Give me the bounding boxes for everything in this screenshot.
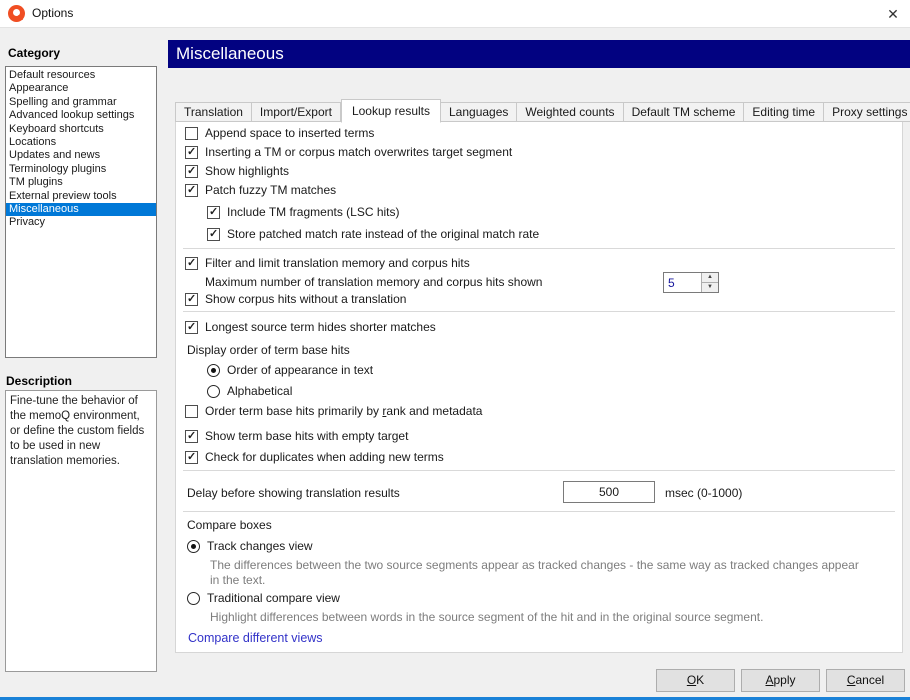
checkbox-icon [185,184,198,197]
delay-units-label: msec (0-1000) [665,486,742,500]
tab-import-export[interactable]: Import/Export [252,102,341,122]
track-changes-description: The differences between the two source s… [210,558,865,588]
radio-icon [207,385,220,398]
category-item-external-preview-tools[interactable]: External preview tools [6,190,156,203]
separator [183,511,895,512]
checkbox-label: Order term base hits primarily by rank a… [205,404,482,418]
category-item-updates-and-news[interactable]: Updates and news [6,149,156,162]
checkbox-icon [207,206,220,219]
checkbox-show-highlights[interactable]: Show highlights [185,164,289,178]
radio-label: Track changes view [207,539,313,553]
category-item-advanced-lookup-settings[interactable]: Advanced lookup settings [6,109,156,122]
page-title: Miscellaneous [168,40,910,68]
checkbox-label: Include TM fragments (LSC hits) [227,205,400,219]
checkbox-icon [185,165,198,178]
checkbox-store-patched-rate[interactable]: Store patched match rate instead of the … [207,227,539,241]
category-item-tm-plugins[interactable]: TM plugins [6,176,156,189]
category-item-privacy[interactable]: Privacy [6,216,156,229]
category-item-appearance[interactable]: Appearance [6,82,156,95]
tab-editing-time[interactable]: Editing time [744,102,824,122]
radio-icon [187,540,200,553]
compare-boxes-label: Compare boxes [187,518,272,532]
description-text: Fine-tune the behavior of the memoQ envi… [5,390,157,672]
tab-translation[interactable]: Translation [175,102,252,122]
max-hits-spinner: ▲ ▼ [663,272,719,293]
checkbox-label: Show corpus hits without a translation [205,292,406,306]
checkbox-append-space[interactable]: Append space to inserted terms [185,126,374,140]
checkbox-include-tm-fragments[interactable]: Include TM fragments (LSC hits) [207,205,400,219]
tab-weighted-counts[interactable]: Weighted counts [517,102,623,122]
description-heading: Description [6,374,72,388]
category-item-spelling-and-grammar[interactable]: Spelling and grammar [6,96,156,109]
checkbox-icon [207,228,220,241]
checkbox-label: Filter and limit translation memory and … [205,256,470,270]
title-bar [0,0,910,28]
display-order-label: Display order of term base hits [187,343,350,357]
ok-button[interactable]: OK [656,669,735,692]
checkbox-label: Inserting a TM or corpus match overwrite… [205,145,512,159]
checkbox-icon [185,451,198,464]
tab-default-tm-scheme[interactable]: Default TM scheme [624,102,745,122]
checkbox-label: Show highlights [205,164,289,178]
checkbox-label: Check for duplicates when adding new ter… [205,450,444,464]
separator [183,470,895,471]
radio-label: Alphabetical [227,384,292,398]
checkbox-icon [185,405,198,418]
radio-icon [207,364,220,377]
tab-languages[interactable]: Languages [441,102,517,122]
checkbox-icon [185,146,198,159]
checkbox-label: Show term base hits with empty target [205,429,408,443]
delay-label: Delay before showing translation results [187,486,400,500]
compare-views-link[interactable]: Compare different views [188,631,323,645]
separator [183,248,895,249]
traditional-description: Highlight differences between words in t… [210,610,870,625]
checkbox-check-duplicates[interactable]: Check for duplicates when adding new ter… [185,450,444,464]
category-item-locations[interactable]: Locations [6,136,156,149]
radio-alphabetical[interactable]: Alphabetical [207,384,292,398]
delay-input[interactable] [563,481,655,503]
max-hits-input[interactable] [664,273,701,292]
memoq-logo-icon [8,5,25,22]
checkbox-inserting-overwrites[interactable]: Inserting a TM or corpus match overwrite… [185,145,512,159]
close-icon[interactable]: ✕ [880,2,906,26]
checkbox-longest-source-term[interactable]: Longest source term hides shorter matche… [185,320,436,334]
category-item-terminology-plugins[interactable]: Terminology plugins [6,163,156,176]
category-item-miscellaneous[interactable]: Miscellaneous [6,203,156,216]
checkbox-show-corpus-hits[interactable]: Show corpus hits without a translation [185,292,406,306]
radio-track-changes-view[interactable]: Track changes view [187,539,313,553]
category-heading: Category [8,46,60,60]
radio-icon [187,592,200,605]
checkbox-icon [185,430,198,443]
radio-order-of-appearance[interactable]: Order of appearance in text [207,363,373,377]
checkbox-icon [185,127,198,140]
checkbox-label: Append space to inserted terms [205,126,374,140]
window-title: Options [32,6,73,20]
checkbox-patch-fuzzy[interactable]: Patch fuzzy TM matches [185,183,336,197]
radio-traditional-compare-view[interactable]: Traditional compare view [187,591,340,605]
tab-strip: Translation Import/Export Lookup results… [175,99,910,122]
checkbox-icon [185,293,198,306]
category-item-keyboard-shortcuts[interactable]: Keyboard shortcuts [6,123,156,136]
checkbox-icon [185,257,198,270]
checkbox-order-by-rank[interactable]: Order term base hits primarily by rank a… [185,404,482,418]
checkbox-label: Patch fuzzy TM matches [205,183,336,197]
checkbox-show-empty-target[interactable]: Show term base hits with empty target [185,429,408,443]
tab-proxy-settings[interactable]: Proxy settings [824,102,910,122]
separator [183,311,895,312]
spinner-down-icon[interactable]: ▼ [702,282,718,292]
max-hits-label: Maximum number of translation memory and… [205,275,542,289]
cancel-button[interactable]: Cancel [826,669,905,692]
spinner-up-icon[interactable]: ▲ [702,273,718,282]
checkbox-label: Store patched match rate instead of the … [227,227,539,241]
checkbox-filter-limit-hits[interactable]: Filter and limit translation memory and … [185,256,470,270]
category-item-default-resources[interactable]: Default resources [6,69,156,82]
radio-label: Order of appearance in text [227,363,373,377]
checkbox-label: Longest source term hides shorter matche… [205,320,436,334]
checkbox-icon [185,321,198,334]
radio-label: Traditional compare view [207,591,340,605]
tab-lookup-results[interactable]: Lookup results [341,99,441,123]
category-list: Default resources Appearance Spelling an… [5,66,157,358]
apply-button[interactable]: Apply [741,669,820,692]
